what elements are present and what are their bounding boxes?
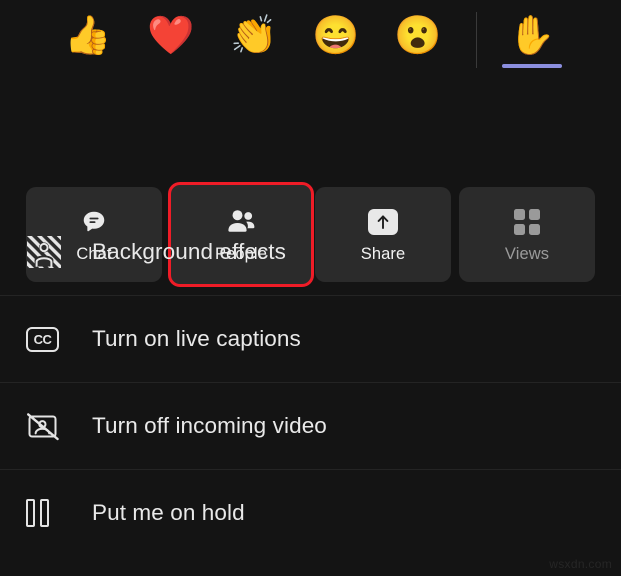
reactions-divider <box>476 12 477 68</box>
menu-item-background-effects-label: Background effects <box>92 238 287 264</box>
surprised-reaction-button[interactable]: 😮 <box>387 14 449 70</box>
menu-item-live-captions[interactable]: CC Turn on live captions <box>0 295 621 382</box>
options-menu-list: Background effects CC Turn on live capti… <box>0 208 621 556</box>
love-reaction-button[interactable]: ❤️ <box>140 14 202 70</box>
raised-hand-emoji-icon: ✋ <box>508 15 556 57</box>
clapping-hands-emoji-icon: 👏 <box>230 15 278 57</box>
raise-hand-reaction-button[interactable]: ✋ <box>501 14 563 70</box>
menu-item-incoming-video-label: Turn off incoming video <box>92 413 327 438</box>
grinning-face-emoji-icon: 😄 <box>312 15 360 57</box>
laugh-reaction-button[interactable]: 😄 <box>305 14 367 70</box>
closed-captions-icon-text: CC <box>26 326 59 352</box>
quick-actions-row: Chat People Share Views <box>0 88 621 287</box>
menu-item-put-on-hold-label: Put me on hold <box>92 500 245 525</box>
background-effects-icon <box>26 234 66 270</box>
video-off-icon <box>26 408 66 444</box>
raise-hand-selected-indicator <box>502 64 562 68</box>
closed-captions-icon: CC <box>26 321 66 357</box>
reactions-bar: 👍 ❤️ 👏 😄 😮 ✋ <box>0 0 621 88</box>
pause-icon <box>26 495 66 531</box>
applause-reaction-button[interactable]: 👏 <box>223 14 285 70</box>
menu-item-live-captions-label: Turn on live captions <box>92 326 301 351</box>
site-watermark: wsxdn.com <box>549 557 612 571</box>
astonished-face-emoji-icon: 😮 <box>394 15 442 57</box>
thumbs-up-emoji-icon: 👍 <box>64 15 112 57</box>
menu-item-put-on-hold[interactable]: Put me on hold <box>0 469 621 556</box>
like-reaction-button[interactable]: 👍 <box>57 14 119 70</box>
heart-emoji-icon: ❤️ <box>147 15 195 57</box>
menu-item-incoming-video[interactable]: Turn off incoming video <box>0 382 621 469</box>
menu-item-background-effects[interactable]: Background effects <box>0 208 621 295</box>
